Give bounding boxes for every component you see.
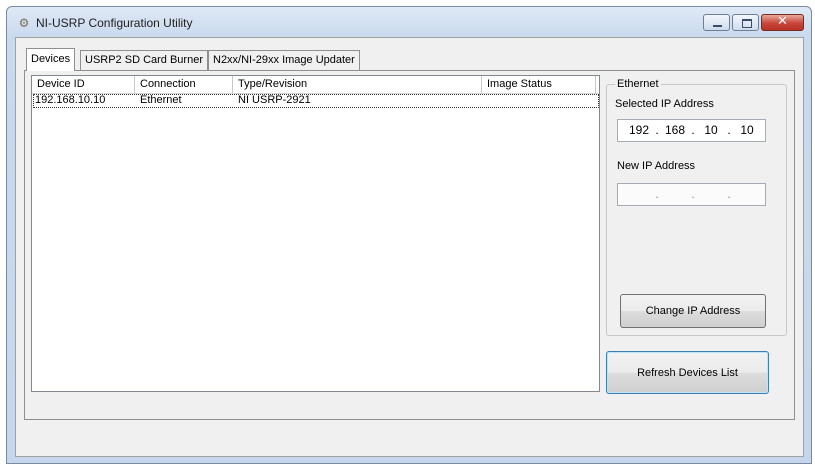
cell-type-revision: NI USRP-2921: [238, 94, 311, 106]
ethernet-group: Ethernet Selected IP Address 192 . 168 .…: [606, 78, 787, 336]
refresh-devices-list-button[interactable]: Refresh Devices List: [606, 351, 769, 394]
usrp-app-icon: ⚙: [18, 16, 30, 30]
maximize-button[interactable]: [732, 14, 759, 31]
tab-devices[interactable]: Devices: [26, 48, 76, 71]
cell-device-id: 192.168.10.10: [35, 94, 106, 106]
ip-dot: .: [691, 187, 695, 201]
change-ip-address-button[interactable]: Change IP Address: [620, 294, 766, 328]
selected-ip-label: Selected IP Address: [615, 98, 714, 110]
devices-list[interactable]: Device ID Connection Type/Revision Image…: [31, 75, 600, 392]
maximize-icon: [742, 19, 752, 28]
column-header-type-revision[interactable]: Type/Revision: [233, 76, 482, 93]
column-header-image-status[interactable]: Image Status: [482, 76, 596, 93]
window-title: NI-USRP Configuration Utility: [36, 16, 193, 30]
caption-buttons: ✕: [703, 14, 804, 31]
ip-dot: .: [727, 187, 731, 201]
close-icon: ✕: [777, 14, 788, 29]
minimize-button[interactable]: [703, 14, 730, 31]
ethernet-group-title: Ethernet: [615, 78, 661, 91]
table-row[interactable]: 192.168.10.10 Ethernet NI USRP-2921: [32, 94, 600, 108]
selected-ip-octet-4: 10: [740, 123, 754, 137]
column-header-device-id[interactable]: Device ID: [32, 76, 135, 93]
new-ip-field[interactable]: . . .: [617, 183, 766, 206]
client-area: Devices USRP2 SD Card Burner N2xx/NI-29x…: [15, 37, 804, 457]
tab-n2xx-image-updater[interactable]: N2xx/NI-29xx Image Updater: [208, 50, 360, 70]
minimize-icon: [713, 25, 722, 27]
ip-dot: .: [655, 187, 659, 201]
selected-ip-octet-3: 10: [704, 123, 718, 137]
new-ip-label: New IP Address: [617, 160, 696, 172]
row-focus-rect: [33, 94, 599, 108]
cell-connection: Ethernet: [140, 94, 182, 106]
selected-ip-field[interactable]: 192 . 168 . 10 . 10: [617, 119, 766, 142]
devices-tab-panel: Device ID Connection Type/Revision Image…: [24, 70, 795, 420]
close-button[interactable]: ✕: [761, 14, 804, 31]
selected-ip-octet-2: 168: [664, 123, 686, 137]
title-bar[interactable]: ⚙ NI-USRP Configuration Utility ✕: [7, 7, 811, 37]
app-window: ⚙ NI-USRP Configuration Utility ✕ Device…: [6, 6, 812, 464]
devices-list-header: Device ID Connection Type/Revision Image…: [32, 76, 599, 94]
selected-ip-octet-1: 192: [628, 123, 650, 137]
tab-usrp2-sd-card-burner[interactable]: USRP2 SD Card Burner: [80, 50, 208, 70]
column-header-connection[interactable]: Connection: [135, 76, 233, 93]
